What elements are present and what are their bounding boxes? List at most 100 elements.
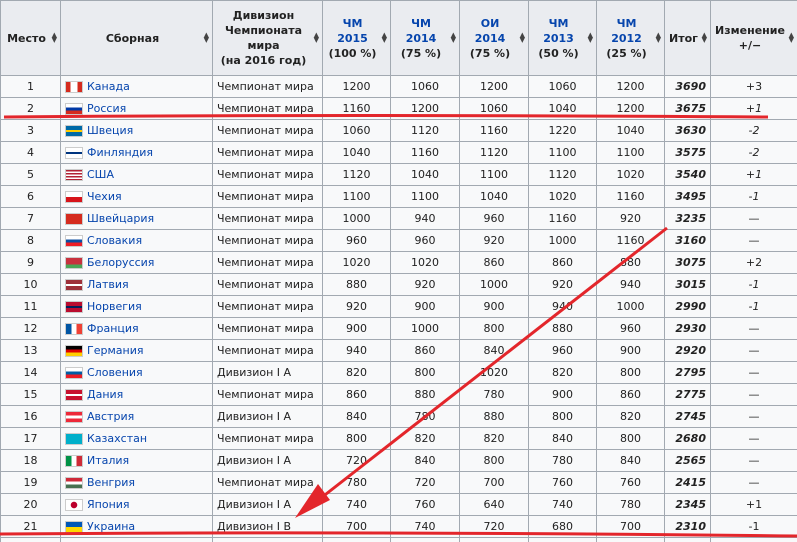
team-link[interactable]: Австрия (87, 410, 134, 423)
wc2014-points-cell: 1200 (390, 97, 460, 120)
sort-icon[interactable]: ▲ ▼ (656, 32, 661, 44)
division-header-line3: мира (247, 39, 280, 52)
team-cell: Норвегия (60, 295, 213, 318)
table-row: 7 Швейцария Чемпионат мира 1000 940 960 1160 92… (0, 207, 797, 230)
team-cell: Украина (60, 515, 213, 538)
wc2012-points-cell: 920 (596, 207, 665, 230)
oi2014-points-cell: 880 (459, 405, 529, 428)
wc2015-points-cell: 1200 (322, 75, 391, 98)
team-link[interactable]: Япония (87, 498, 130, 511)
wc2015-header-link[interactable]: ЧМ 2015 (337, 17, 368, 45)
rank-cell: 3 (0, 119, 61, 142)
total-cell: 2920 (664, 339, 711, 362)
table-row: 5 США Чемпионат мира 1120 1040 1100 1120 1020 35… (0, 163, 797, 186)
sort-icon[interactable]: ▲ ▼ (789, 32, 794, 44)
oi2014-points-cell: 1000 (459, 273, 529, 296)
wc2015-points-cell: 740 (322, 493, 391, 516)
column-header-total[interactable]: Итог ▲ ▼ (664, 0, 711, 76)
sort-icon[interactable]: ▲ ▼ (520, 32, 525, 44)
total-cell: 2930 (664, 317, 711, 340)
change-header-line2: +/− (738, 39, 762, 52)
sort-icon[interactable]: ▲ ▼ (451, 32, 456, 44)
team-cell: Белоруссия (60, 251, 213, 274)
wc2014-points-cell: 1020 (390, 251, 460, 274)
wc2014-points-cell: 680 (390, 537, 460, 542)
team-link[interactable]: Норвегия (87, 300, 142, 313)
team-link[interactable]: Словения (87, 366, 143, 379)
table-row: 11 Норвегия Чемпионат мира 920 900 900 940 1000… (0, 295, 797, 318)
table-row: 8 Словакия Чемпионат мира 960 960 920 1000 1160… (0, 229, 797, 252)
wc2014-points-cell: 720 (390, 471, 460, 494)
division-cell: Чемпионат мира (212, 273, 323, 296)
column-header-change[interactable]: Изменение +/− ▲ ▼ (710, 0, 797, 76)
wc2014-points-cell: 860 (390, 339, 460, 362)
oi2014-header-link[interactable]: ОИ 2014 (475, 17, 506, 45)
team-link[interactable]: Россия (87, 102, 126, 115)
wc2012-points-cell: 1160 (596, 229, 665, 252)
team-link[interactable]: Латвия (87, 278, 129, 291)
division-cell: Чемпионат мира (212, 317, 323, 340)
sort-icon[interactable]: ▲ ▼ (204, 32, 209, 44)
column-header-team[interactable]: Сборная ▲ ▼ (60, 0, 213, 76)
column-header-wc2015[interactable]: ЧМ 2015 (100 %) ▲ ▼ (322, 0, 391, 76)
wc2014-points-cell: 1160 (390, 141, 460, 164)
column-header-division[interactable]: Дивизион Чемпионата мира (на 2016 год) ▲… (212, 0, 323, 76)
division-cell: Чемпионат мира (212, 471, 323, 494)
header-row: Место ▲ ▼ Сборная ▲ ▼ Дивизион Чемпионата … (0, 0, 797, 76)
team-cell: Словакия (60, 229, 213, 252)
total-cell: 3015 (664, 273, 711, 296)
team-link[interactable]: Финляндия (87, 146, 153, 159)
team-link[interactable]: Дания (87, 388, 123, 401)
wc2015-points-cell: 920 (322, 295, 391, 318)
team-link[interactable]: Франция (87, 322, 139, 335)
sort-icon[interactable]: ▲ ▼ (52, 32, 57, 44)
change-cell: +1 (710, 163, 797, 186)
team-link[interactable]: Украина (87, 520, 135, 533)
wc2013-header-link[interactable]: ЧМ 2013 (543, 17, 574, 45)
change-cell: -2 (710, 119, 797, 142)
flag-icon-sweden (65, 125, 83, 137)
team-link[interactable]: Германия (87, 344, 143, 357)
sort-icon[interactable]: ▲ ▼ (702, 32, 707, 44)
wc2013-points-cell: 1120 (528, 163, 597, 186)
rank-cell: 21 (0, 515, 61, 538)
wc2012-header-link[interactable]: ЧМ 2012 (611, 17, 642, 45)
team-cell: Италия (60, 449, 213, 472)
division-header-line4: (на 2016 год) (220, 54, 307, 67)
wc2015-points-cell: 1040 (322, 141, 391, 164)
team-link[interactable]: Швеция (87, 124, 133, 137)
change-cell: -1 (710, 295, 797, 318)
flag-icon-slovenia (65, 367, 83, 379)
oi2014-points-cell: 700 (459, 471, 529, 494)
team-link[interactable]: Словакия (87, 234, 142, 247)
change-cell: — (710, 405, 797, 428)
team-link[interactable]: Казахстан (87, 432, 147, 445)
team-link[interactable]: Италия (87, 454, 129, 467)
team-link[interactable]: Чехия (87, 190, 122, 203)
oi2014-points-cell: 1200 (459, 75, 529, 98)
wc2013-points-cell: 780 (528, 449, 597, 472)
team-link[interactable]: Белоруссия (87, 256, 154, 269)
wc2013-points-cell: 760 (528, 471, 597, 494)
sort-icon[interactable]: ▲ ▼ (588, 32, 593, 44)
team-link[interactable]: Швейцария (87, 212, 154, 225)
sort-icon[interactable]: ▲ ▼ (382, 32, 387, 44)
column-header-wc2013[interactable]: ЧМ 2013 (50 %) ▲ ▼ (528, 0, 597, 76)
table-row: 6 Чехия Чемпионат мира 1100 1100 1040 1020 1160… (0, 185, 797, 208)
column-header-wc2012[interactable]: ЧМ 2012 (25 %) ▲ ▼ (596, 0, 665, 76)
wc2013-points-cell: 960 (528, 339, 597, 362)
team-cell: Дания (60, 383, 213, 406)
column-header-rank[interactable]: Место ▲ ▼ (0, 0, 61, 76)
flag-icon-ukraine (65, 521, 83, 533)
wc2014-header-link[interactable]: ЧМ 2014 (406, 17, 437, 45)
change-cell: — (710, 383, 797, 406)
team-cell: Словения (60, 361, 213, 384)
column-header-wc2014[interactable]: ЧМ 2014 (75 %) ▲ ▼ (390, 0, 460, 76)
team-link[interactable]: Венгрия (87, 476, 135, 489)
team-link[interactable]: Канада (87, 80, 130, 93)
column-header-oi2014[interactable]: ОИ 2014 (75 %) ▲ ▼ (459, 0, 529, 76)
sort-icon[interactable]: ▲ ▼ (314, 32, 319, 44)
wc2015-points-cell: 1060 (322, 119, 391, 142)
wc2015-points-cell: 1100 (322, 185, 391, 208)
team-link[interactable]: США (87, 168, 114, 181)
